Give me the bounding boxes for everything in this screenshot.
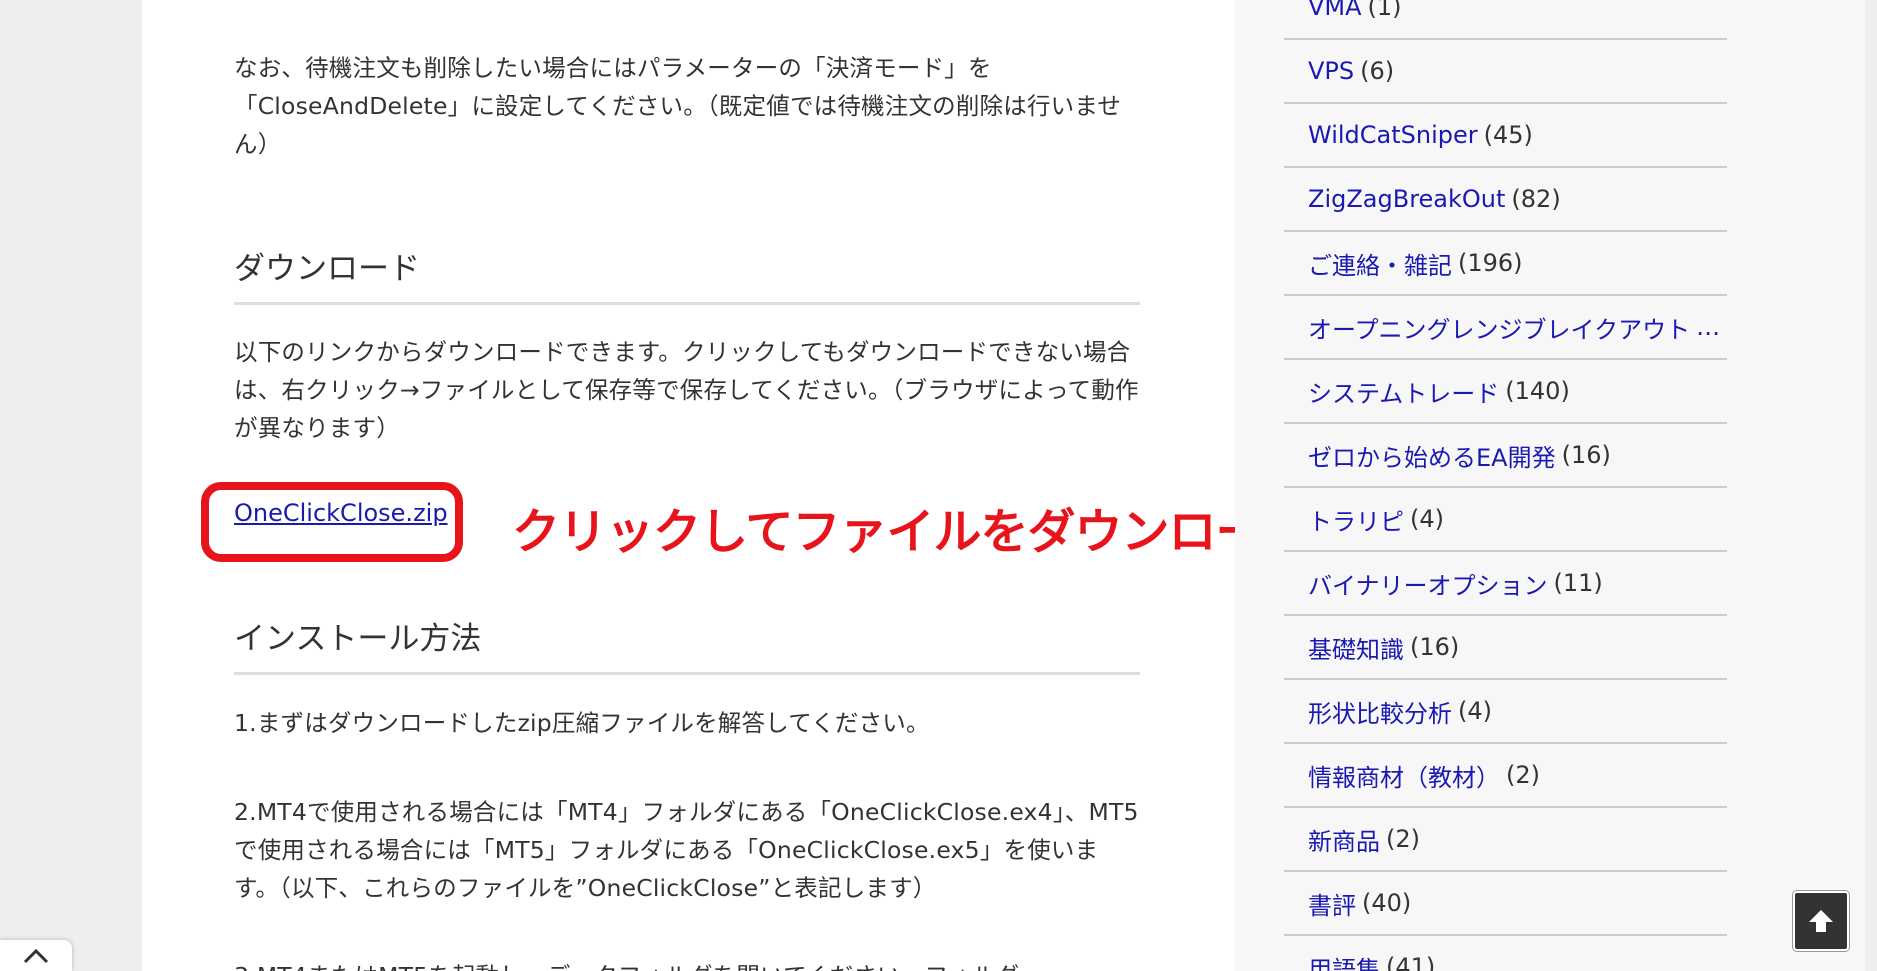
category-item[interactable]: トラリピ (4) xyxy=(1284,488,1727,552)
category-link[interactable]: 書評 xyxy=(1308,886,1356,921)
category-item[interactable]: システムトレード (140) xyxy=(1284,360,1727,424)
install-step-2: 2.MT4で使用される場合には「MT4」フォルダにある「OneClickClos… xyxy=(234,798,1139,902)
collapse-toggle[interactable] xyxy=(0,940,72,971)
category-count: (196) xyxy=(1458,249,1523,277)
category-item[interactable]: オープニングレンジブレイクアウト… xyxy=(1284,296,1727,360)
category-link[interactable]: 形状比較分析 xyxy=(1308,694,1452,729)
category-item[interactable]: ゼロから始めるEA開発 (16) xyxy=(1284,424,1727,488)
category-count: (2) xyxy=(1506,761,1540,789)
category-count: (2) xyxy=(1386,825,1420,853)
category-count: (16) xyxy=(1561,441,1611,469)
download-heading: ダウンロード xyxy=(234,243,1140,305)
category-count: (4) xyxy=(1458,697,1492,725)
category-link[interactable]: 情報商材（教材） xyxy=(1308,758,1500,793)
sidebar: VMA (1) VPS (6) WildCatSniper (45) ZigZagBreak… xyxy=(1235,0,1865,971)
download-paragraph: 以下のリンクからダウンロードできます。クリックしてもダウンロードできない場合は、… xyxy=(234,338,1139,442)
category-item[interactable]: 新商品 (2) xyxy=(1284,808,1727,872)
category-item[interactable]: VPS (6) xyxy=(1284,40,1727,104)
category-link[interactable]: VPS xyxy=(1308,57,1354,85)
category-link[interactable]: ご連絡・雑記 xyxy=(1308,246,1452,281)
category-count: (40) xyxy=(1362,889,1412,917)
category-item[interactable]: 情報商材（教材） (2) xyxy=(1284,744,1727,808)
download-link[interactable]: OneClickClose.zip xyxy=(234,499,448,527)
category-count: (41) xyxy=(1386,953,1436,971)
category-item[interactable]: ご連絡・雑記 (196) xyxy=(1284,232,1727,296)
install-section: インストール方法 xyxy=(234,613,1140,675)
install-step-3: 3.MT4またはMT5を起動し、データフォルダを開いてください。フォルダ xyxy=(234,957,1140,971)
scroll-to-top-button[interactable] xyxy=(1793,891,1849,951)
category-link[interactable]: VMA xyxy=(1308,0,1362,21)
category-count: (16) xyxy=(1410,633,1460,661)
install-heading: インストール方法 xyxy=(234,613,1140,675)
category-link[interactable]: トラリピ xyxy=(1308,502,1404,537)
category-link[interactable]: オープニングレンジブレイクアウト xyxy=(1308,310,1690,345)
category-item[interactable]: 用語集 (41) xyxy=(1284,936,1727,971)
category-link[interactable]: WildCatSniper xyxy=(1308,121,1478,149)
category-count: … xyxy=(1696,313,1721,341)
category-link[interactable]: 新商品 xyxy=(1308,822,1380,857)
arrow-up-icon xyxy=(1809,910,1833,932)
intro-paragraph: なお、待機注文も削除したい場合にはパラメーターの「決済モード」を「CloseAn… xyxy=(234,54,1122,158)
category-count: (140) xyxy=(1505,377,1570,405)
chevron-up-icon xyxy=(23,948,49,963)
category-count: (1) xyxy=(1367,0,1402,21)
category-count: (4) xyxy=(1410,505,1444,533)
category-link[interactable]: システムトレード xyxy=(1308,374,1499,409)
category-link[interactable]: ゼロから始めるEA開発 xyxy=(1308,438,1556,473)
install-step-1: 1.まずはダウンロードしたzip圧縮ファイルを解答してください。 xyxy=(234,709,930,737)
category-item[interactable]: 書評 (40) xyxy=(1284,872,1727,936)
category-count: (11) xyxy=(1553,569,1603,597)
category-count: (82) xyxy=(1511,185,1561,213)
main-content: なお、待機注文も削除したい場合にはパラメーターの「決済モード」を「CloseAn… xyxy=(142,0,1235,971)
category-link[interactable]: 用語集 xyxy=(1308,950,1380,971)
category-item[interactable]: 形状比較分析 (4) xyxy=(1284,680,1727,744)
category-link[interactable]: バイナリーオプション xyxy=(1308,566,1548,601)
category-item[interactable]: バイナリーオプション (11) xyxy=(1284,552,1727,616)
category-item[interactable]: 基礎知識 (16) xyxy=(1284,616,1727,680)
download-section: ダウンロード xyxy=(234,243,1140,305)
category-link[interactable]: 基礎知識 xyxy=(1308,630,1404,665)
category-count: (6) xyxy=(1360,57,1395,85)
category-list: VMA (1) VPS (6) WildCatSniper (45) ZigZagBreak… xyxy=(1284,0,1727,971)
download-annotation: クリックしてファイルをダウンロード xyxy=(512,504,1235,560)
category-item[interactable]: ZigZagBreakOut (82) xyxy=(1284,168,1727,232)
category-link[interactable]: ZigZagBreakOut xyxy=(1308,185,1505,213)
category-item[interactable]: VMA (1) xyxy=(1284,0,1727,40)
article-body: なお、待機注文も削除したい場合にはパラメーターの「決済モード」を「CloseAn… xyxy=(234,49,1140,163)
category-count: (45) xyxy=(1483,121,1533,149)
category-item[interactable]: WildCatSniper (45) xyxy=(1284,104,1727,168)
